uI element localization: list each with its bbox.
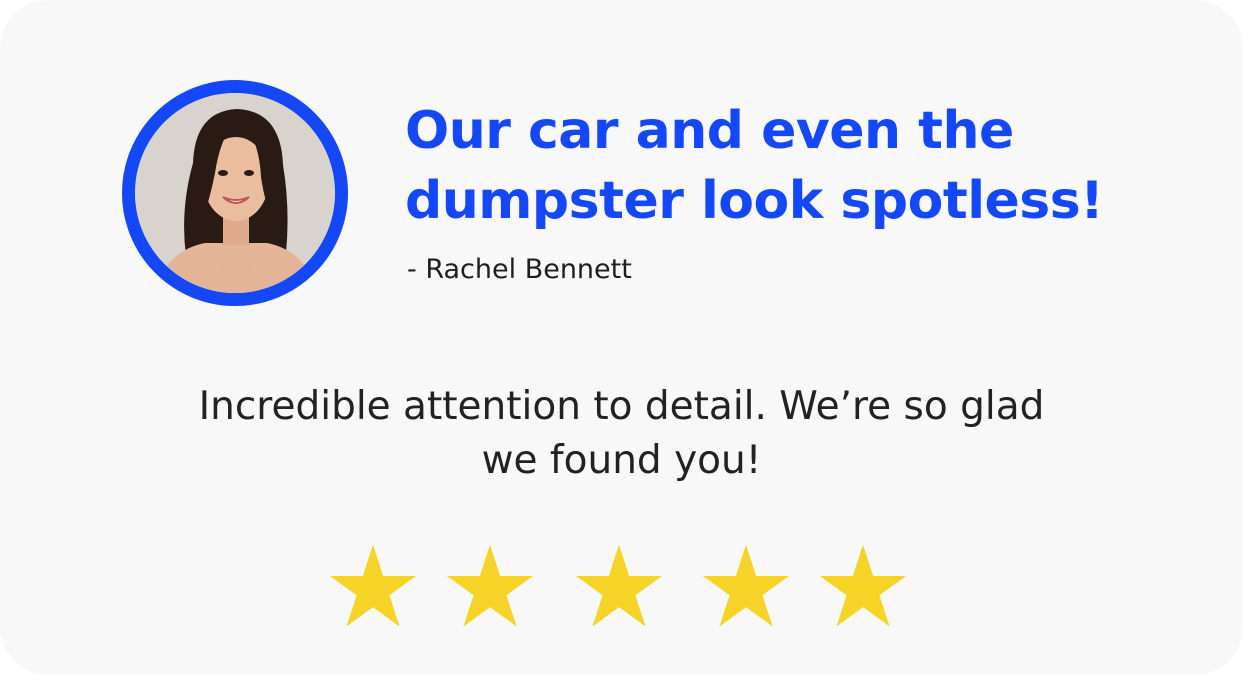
headline-line: dumpster look spotless!	[405, 171, 1104, 231]
customer-avatar	[122, 80, 348, 306]
star-icon	[820, 544, 906, 628]
testimonial-headline: Our car and even the dumpster look spotl…	[405, 96, 1205, 236]
star-rating	[330, 544, 910, 630]
star-icon	[330, 544, 416, 628]
headline-line: Our car and even the	[405, 101, 1014, 161]
customer-photo-icon	[135, 93, 335, 293]
star-icon	[576, 544, 662, 628]
star-icon	[447, 544, 533, 628]
testimonial-author: - Rachel Bennett	[407, 254, 632, 285]
review-text: Incredible attention to detail. We’re so…	[80, 380, 1163, 488]
review-line: we found you!	[481, 438, 762, 483]
star-icon	[703, 544, 789, 628]
review-line: Incredible attention to detail. We’re so…	[198, 384, 1045, 429]
testimonial-card: Our car and even the dumpster look spotl…	[0, 0, 1243, 675]
